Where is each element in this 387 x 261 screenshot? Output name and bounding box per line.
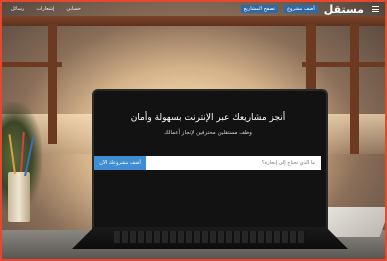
laptop-keyboard <box>114 231 306 243</box>
nav-right: تصفح المشاريع أضف مشروع مستقل <box>235 3 385 16</box>
project-search-bar: أضف مشروعك الآن <box>94 156 321 170</box>
nav-link-messages[interactable]: رسائل <box>8 5 27 13</box>
nav-link-notifications[interactable]: إشعارات <box>33 5 57 13</box>
nav-link-browse-projects[interactable]: تصفح المشاريع <box>240 5 279 13</box>
site-logo[interactable]: مستقل <box>324 3 364 16</box>
hero-title: أنجز مشاريعك عبر الإنترنت بسهولة وأمان <box>130 113 286 123</box>
nav-left: رسائل إشعارات حسابي <box>2 5 90 13</box>
pencil-cup <box>8 172 30 222</box>
project-search-input[interactable] <box>146 156 321 170</box>
nav-link-add-project[interactable]: أضف مشروع <box>284 5 318 13</box>
top-navbar: رسائل إشعارات حسابي تصفح المشاريع أضف مش… <box>2 2 385 16</box>
nav-link-account[interactable]: حسابي <box>63 5 84 13</box>
hamburger-menu-icon[interactable] <box>372 6 379 12</box>
hero-subtitle: وظف مستقلين محترفين لإنجاز أعمالك <box>164 130 252 136</box>
add-project-button[interactable]: أضف مشروعك الآن <box>94 156 146 170</box>
